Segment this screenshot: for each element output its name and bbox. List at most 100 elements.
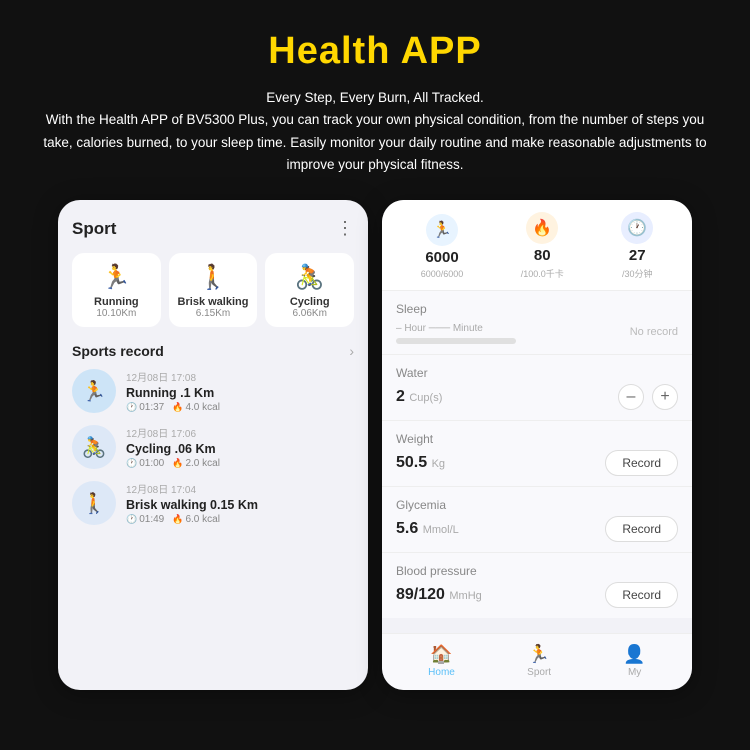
glycemia-value: 5.6 Mmol/L (396, 520, 459, 538)
sport-card-running[interactable]: 🏃 Running 10.10Km (72, 253, 161, 327)
phone-left-header: Sport ⋮ (72, 218, 354, 239)
walking-dist: 6.15Km (175, 308, 252, 319)
page-description: Every Step, Every Burn, All Tracked. Wit… (30, 87, 720, 176)
nav-sport[interactable]: 🏃 Sport (527, 644, 551, 678)
blood-pressure-label: Blood pressure (396, 564, 678, 578)
water-increase-button[interactable]: + (652, 384, 678, 410)
running-icon: 🏃 (78, 263, 155, 292)
cycling-dist: 6.06Km (271, 308, 348, 319)
steps-sub: 6000/6000 (421, 269, 464, 279)
time-icon: 🕐 (621, 212, 653, 244)
record-avatar-walking: 🚶 (72, 481, 116, 525)
running-label: Running (78, 296, 155, 308)
top-stats-bar: 🏃 6000 6000/6000 🔥 80 /100.0千卡 🕐 27 /30分… (382, 200, 692, 291)
sports-record-label: Sports record (72, 343, 164, 359)
weight-unit: Kg (432, 458, 445, 470)
fire-icon-3: 🔥 (172, 514, 183, 525)
calories-stat: 🔥 80 /100.0千卡 (521, 212, 564, 280)
steps-icon: 🏃 (426, 214, 458, 246)
blood-pressure-record-button[interactable]: Record (605, 582, 678, 608)
record-avatar-cycling: 🚴 (72, 425, 116, 469)
sleep-bar (396, 338, 516, 344)
record-name-2: Cycling .06 Km (126, 442, 354, 456)
walking-label: Brisk walking (175, 296, 252, 308)
walking-icon: 🚶 (175, 263, 252, 292)
record-avatar-running: 🏃 (72, 369, 116, 413)
record-item-cycling: 🚴 12月08日 17:06 Cycling .06 Km 🕐 01:00 🔥 … (72, 425, 354, 469)
record-item-walking: 🚶 12月08日 17:04 Brisk walking 0.15 Km 🕐 0… (72, 481, 354, 525)
cycling-icon: 🚴 (271, 263, 348, 292)
water-controls: – + (618, 384, 678, 410)
record-name-3: Brisk walking 0.15 Km (126, 498, 354, 512)
nav-home[interactable]: 🏠 Home (428, 644, 455, 678)
steps-value: 6000 (425, 249, 458, 266)
health-item-glycemia: Glycemia 5.6 Mmol/L Record (382, 487, 692, 553)
fire-icon-2: 🔥 (172, 458, 183, 469)
record-stats-2: 🕐 01:00 🔥 2.0 kcal (126, 458, 354, 469)
time-icon-3: 🕐 (126, 514, 137, 525)
sport-card-walking[interactable]: 🚶 Brisk walking 6.15Km (169, 253, 258, 327)
sport-icons-row: 🏃 Running 10.10Km 🚶 Brisk walking 6.15Km… (72, 253, 354, 327)
record-stats-1: 🕐 01:37 🔥 4.0 kcal (126, 402, 354, 413)
running-dist: 10.10Km (78, 308, 155, 319)
phones-row: Sport ⋮ 🏃 Running 10.10Km 🚶 Brisk walkin… (30, 200, 720, 690)
bottom-nav: 🏠 Home 🏃 Sport 👤 My (382, 633, 692, 690)
nav-my[interactable]: 👤 My (623, 644, 645, 678)
record-info-walking: 12月08日 17:04 Brisk walking 0.15 Km 🕐 01:… (126, 481, 354, 525)
record-kcal-1: 🔥 4.0 kcal (172, 402, 220, 413)
glycemia-unit: Mmol/L (423, 524, 459, 536)
record-info-cycling: 12月08日 17:06 Cycling .06 Km 🕐 01:00 🔥 2.… (126, 425, 354, 469)
menu-dots-icon[interactable]: ⋮ (336, 218, 354, 239)
time-sub: /30分钟 (622, 267, 653, 280)
nav-home-label: Home (428, 667, 455, 678)
nav-sport-label: Sport (527, 667, 551, 678)
blood-pressure-value: 89/120 MmHg (396, 586, 482, 604)
time-stat: 🕐 27 /30分钟 (621, 212, 653, 280)
record-info-running: 12月08日 17:08 Running .1 Km 🕐 01:37 🔥 4.0… (126, 369, 354, 413)
water-unit: Cup(s) (409, 392, 442, 404)
weight-record-button[interactable]: Record (605, 450, 678, 476)
sleep-label: Sleep (396, 302, 678, 316)
health-item-weight: Weight 50.5 Kg Record (382, 421, 692, 487)
calories-value: 80 (534, 247, 551, 264)
page-wrapper: Health APP Every Step, Every Burn, All T… (0, 0, 750, 720)
record-time-3: 🕐 01:49 (126, 514, 164, 525)
steps-stat: 🏃 6000 6000/6000 (421, 214, 464, 279)
water-value: 2 Cup(s) (396, 388, 442, 406)
glycemia-label: Glycemia (396, 498, 678, 512)
sport-card-cycling[interactable]: 🚴 Cycling 6.06Km (265, 253, 354, 327)
blood-pressure-row: 89/120 MmHg Record (396, 582, 678, 608)
record-time-1: 🕐 01:37 (126, 402, 164, 413)
blood-pressure-unit: MmHg (449, 590, 481, 602)
left-phone: Sport ⋮ 🏃 Running 10.10Km 🚶 Brisk walkin… (58, 200, 368, 690)
health-item-water: Water 2 Cup(s) – + (382, 355, 692, 421)
record-name-1: Running .1 Km (126, 386, 354, 400)
sport-nav-icon: 🏃 (528, 644, 550, 665)
cycling-label: Cycling (271, 296, 348, 308)
glycemia-record-button[interactable]: Record (605, 516, 678, 542)
health-items-list: Sleep – Hour ─── Minute No record Water (382, 291, 692, 633)
record-kcal-2: 🔥 2.0 kcal (172, 458, 220, 469)
health-item-blood-pressure: Blood pressure 89/120 MmHg Record (382, 553, 692, 618)
weight-row: 50.5 Kg Record (396, 450, 678, 476)
right-phone: 🏃 6000 6000/6000 🔥 80 /100.0千卡 🕐 27 /30分… (382, 200, 692, 690)
record-date-2: 12月08日 17:06 (126, 425, 354, 440)
weight-value: 50.5 Kg (396, 454, 445, 472)
water-decrease-button[interactable]: – (618, 384, 644, 410)
sports-record-header: Sports record › (72, 343, 354, 359)
sleep-no-record: No record (630, 326, 678, 338)
record-date-1: 12月08日 17:08 (126, 369, 354, 384)
time-value: 27 (629, 247, 646, 264)
time-icon-2: 🕐 (126, 458, 137, 469)
sport-header-title: Sport (72, 219, 116, 239)
calories-sub: /100.0千卡 (521, 267, 564, 280)
my-icon: 👤 (623, 644, 645, 665)
record-stats-3: 🕐 01:49 🔥 6.0 kcal (126, 514, 354, 525)
weight-label: Weight (396, 432, 678, 446)
water-label: Water (396, 366, 678, 380)
home-icon: 🏠 (430, 644, 452, 665)
sleep-detail: – Hour ─── Minute (396, 320, 516, 344)
chevron-right-icon[interactable]: › (349, 343, 354, 359)
health-item-sleep: Sleep – Hour ─── Minute No record (382, 291, 692, 355)
page-title: Health APP (30, 30, 720, 73)
